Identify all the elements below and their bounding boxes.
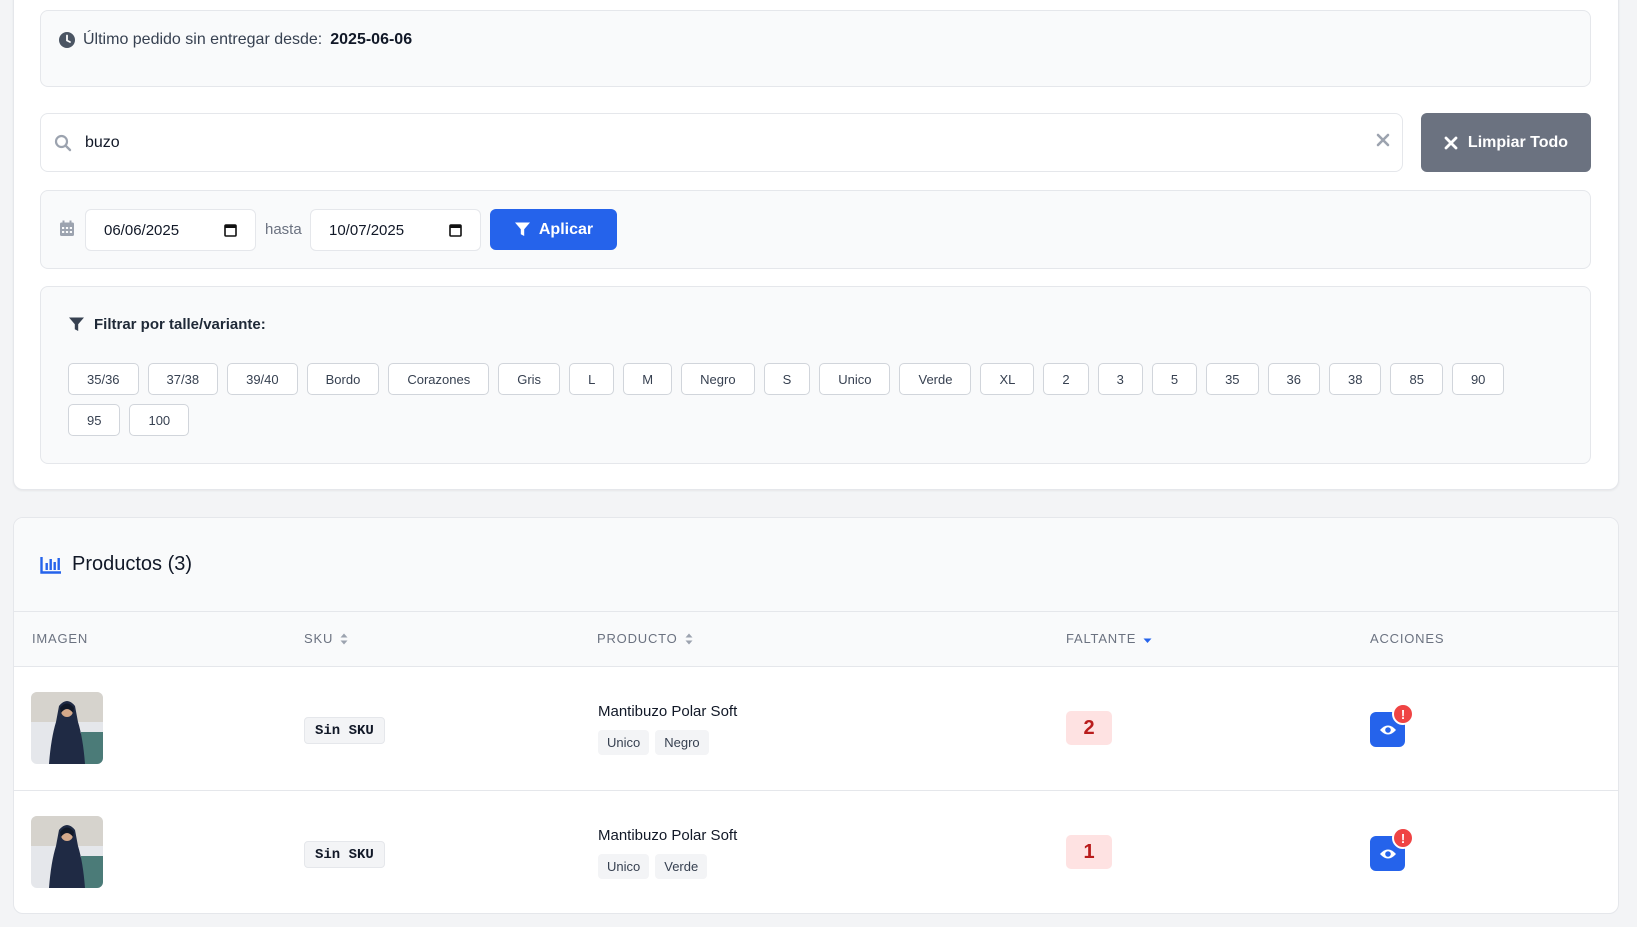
sort-icon xyxy=(685,633,693,644)
apply-label: Aplicar xyxy=(538,220,594,238)
filter-icon xyxy=(69,317,84,331)
variant-filter-panel: Filtrar por talle/variante: 35/36 37/38 39… xyxy=(40,286,1591,464)
table-row: Sin SKU Mantibuzo Polar Soft Unico Negro… xyxy=(14,667,1618,791)
apply-button[interactable]: Aplicar xyxy=(490,209,617,250)
variant-chip[interactable]: 3 xyxy=(1097,363,1143,395)
variant-chip[interactable]: Verde xyxy=(899,363,972,395)
calendar-icon xyxy=(60,220,74,236)
search-input[interactable] xyxy=(85,128,1345,158)
products-card: Productos (3) IMAGEN SKU PRODUCTO FALTAN… xyxy=(13,517,1619,914)
variant-chip[interactable]: 38 xyxy=(1329,363,1382,395)
column-missing[interactable]: FALTANTE xyxy=(1066,631,1152,646)
variant-chip[interactable]: Bordo xyxy=(306,363,380,395)
variant-chip[interactable]: 37/38 xyxy=(147,363,219,395)
variant-chip[interactable]: Corazones xyxy=(388,363,490,395)
date-to-value: 10/07/2025 xyxy=(329,221,405,239)
clock-icon xyxy=(59,32,75,48)
sort-desc-icon xyxy=(1143,638,1152,643)
variant-chip[interactable]: S xyxy=(763,363,811,395)
clear-all-button[interactable]: Limpiar Todo xyxy=(1421,113,1591,172)
sku-badge: Sin SKU xyxy=(304,841,385,868)
date-from-value: 06/06/2025 xyxy=(104,221,180,239)
variant-chip[interactable]: 36 xyxy=(1267,363,1321,395)
variant-chip[interactable]: Gris xyxy=(498,363,561,395)
variant-chip[interactable]: 35/36 xyxy=(68,363,139,395)
search-box xyxy=(40,113,1403,172)
eye-icon xyxy=(1379,849,1396,858)
variant-chip[interactable]: 5 xyxy=(1151,363,1198,395)
column-actions: ACCIONES xyxy=(1370,631,1445,646)
variant-chip[interactable]: 85 xyxy=(1390,363,1443,395)
variant-chip[interactable]: M xyxy=(623,363,673,395)
variant-chip[interactable]: Negro xyxy=(681,363,755,395)
sort-icon xyxy=(340,633,348,644)
variant-chip[interactable]: 35 xyxy=(1206,363,1259,395)
last-order-info: Último pedido sin entregar desde: 2025-0… xyxy=(40,10,1591,87)
variant-tag: Negro xyxy=(655,730,709,755)
missing-count: 1 xyxy=(1066,835,1112,869)
product-name: Mantibuzo Polar Soft xyxy=(598,827,738,844)
search-icon xyxy=(54,134,72,152)
missing-count: 2 xyxy=(1066,711,1112,745)
products-title: Productos (3) xyxy=(72,553,193,575)
clear-search-icon[interactable] xyxy=(1376,133,1390,147)
date-range-separator: hasta xyxy=(265,221,302,238)
view-button[interactable]: ! xyxy=(1370,827,1414,871)
variant-chip[interactable]: 90 xyxy=(1451,363,1505,395)
variant-chip[interactable]: Unico xyxy=(819,363,891,395)
bar-chart-icon xyxy=(40,556,61,574)
sku-badge: Sin SKU xyxy=(304,717,385,744)
product-image xyxy=(31,692,103,764)
product-image xyxy=(31,816,103,888)
product-name: Mantibuzo Polar Soft xyxy=(598,703,738,720)
table-row: Sin SKU Mantibuzo Polar Soft Unico Verde… xyxy=(14,791,1618,913)
alert-badge: ! xyxy=(1392,703,1414,725)
calendar-picker-icon[interactable] xyxy=(449,223,462,237)
eye-icon xyxy=(1379,725,1396,734)
variant-chip[interactable]: L xyxy=(569,363,615,395)
variant-tag: Unico xyxy=(598,854,650,879)
variant-chip[interactable]: 2 xyxy=(1043,363,1089,395)
last-order-label: Último pedido sin entregar desde: xyxy=(83,31,323,48)
date-range-panel: 06/06/2025 hasta 10/07/2025 Aplicar xyxy=(40,190,1591,269)
date-to-input[interactable]: 10/07/2025 xyxy=(310,209,481,251)
variant-filter-title: Filtrar por talle/variante: xyxy=(94,316,266,333)
column-image: IMAGEN xyxy=(32,631,89,646)
variant-chip[interactable]: XL xyxy=(980,363,1035,395)
filter-icon xyxy=(514,222,530,236)
alert-badge: ! xyxy=(1392,827,1414,849)
column-product[interactable]: PRODUCTO xyxy=(597,631,693,646)
close-icon xyxy=(1444,136,1458,149)
variant-chip[interactable]: 100 xyxy=(129,404,190,436)
last-order-date: 2025-06-06 xyxy=(330,31,413,48)
calendar-picker-icon[interactable] xyxy=(224,223,237,237)
variant-chip[interactable]: 95 xyxy=(68,404,121,436)
view-button[interactable]: ! xyxy=(1370,703,1414,747)
variant-chip-list: 35/36 37/38 39/40 Bordo Corazones Gris L M Negro… xyxy=(68,363,1558,436)
clear-all-label: Limpiar Todo xyxy=(1467,133,1569,151)
column-sku[interactable]: SKU xyxy=(304,631,348,646)
variant-chip[interactable]: 39/40 xyxy=(227,363,298,395)
date-from-input[interactable]: 06/06/2025 xyxy=(85,209,256,251)
variant-tag: Verde xyxy=(655,854,708,879)
table-header: IMAGEN SKU PRODUCTO FALTANTE ACCIONES xyxy=(14,612,1618,667)
variant-tag: Unico xyxy=(598,730,650,755)
